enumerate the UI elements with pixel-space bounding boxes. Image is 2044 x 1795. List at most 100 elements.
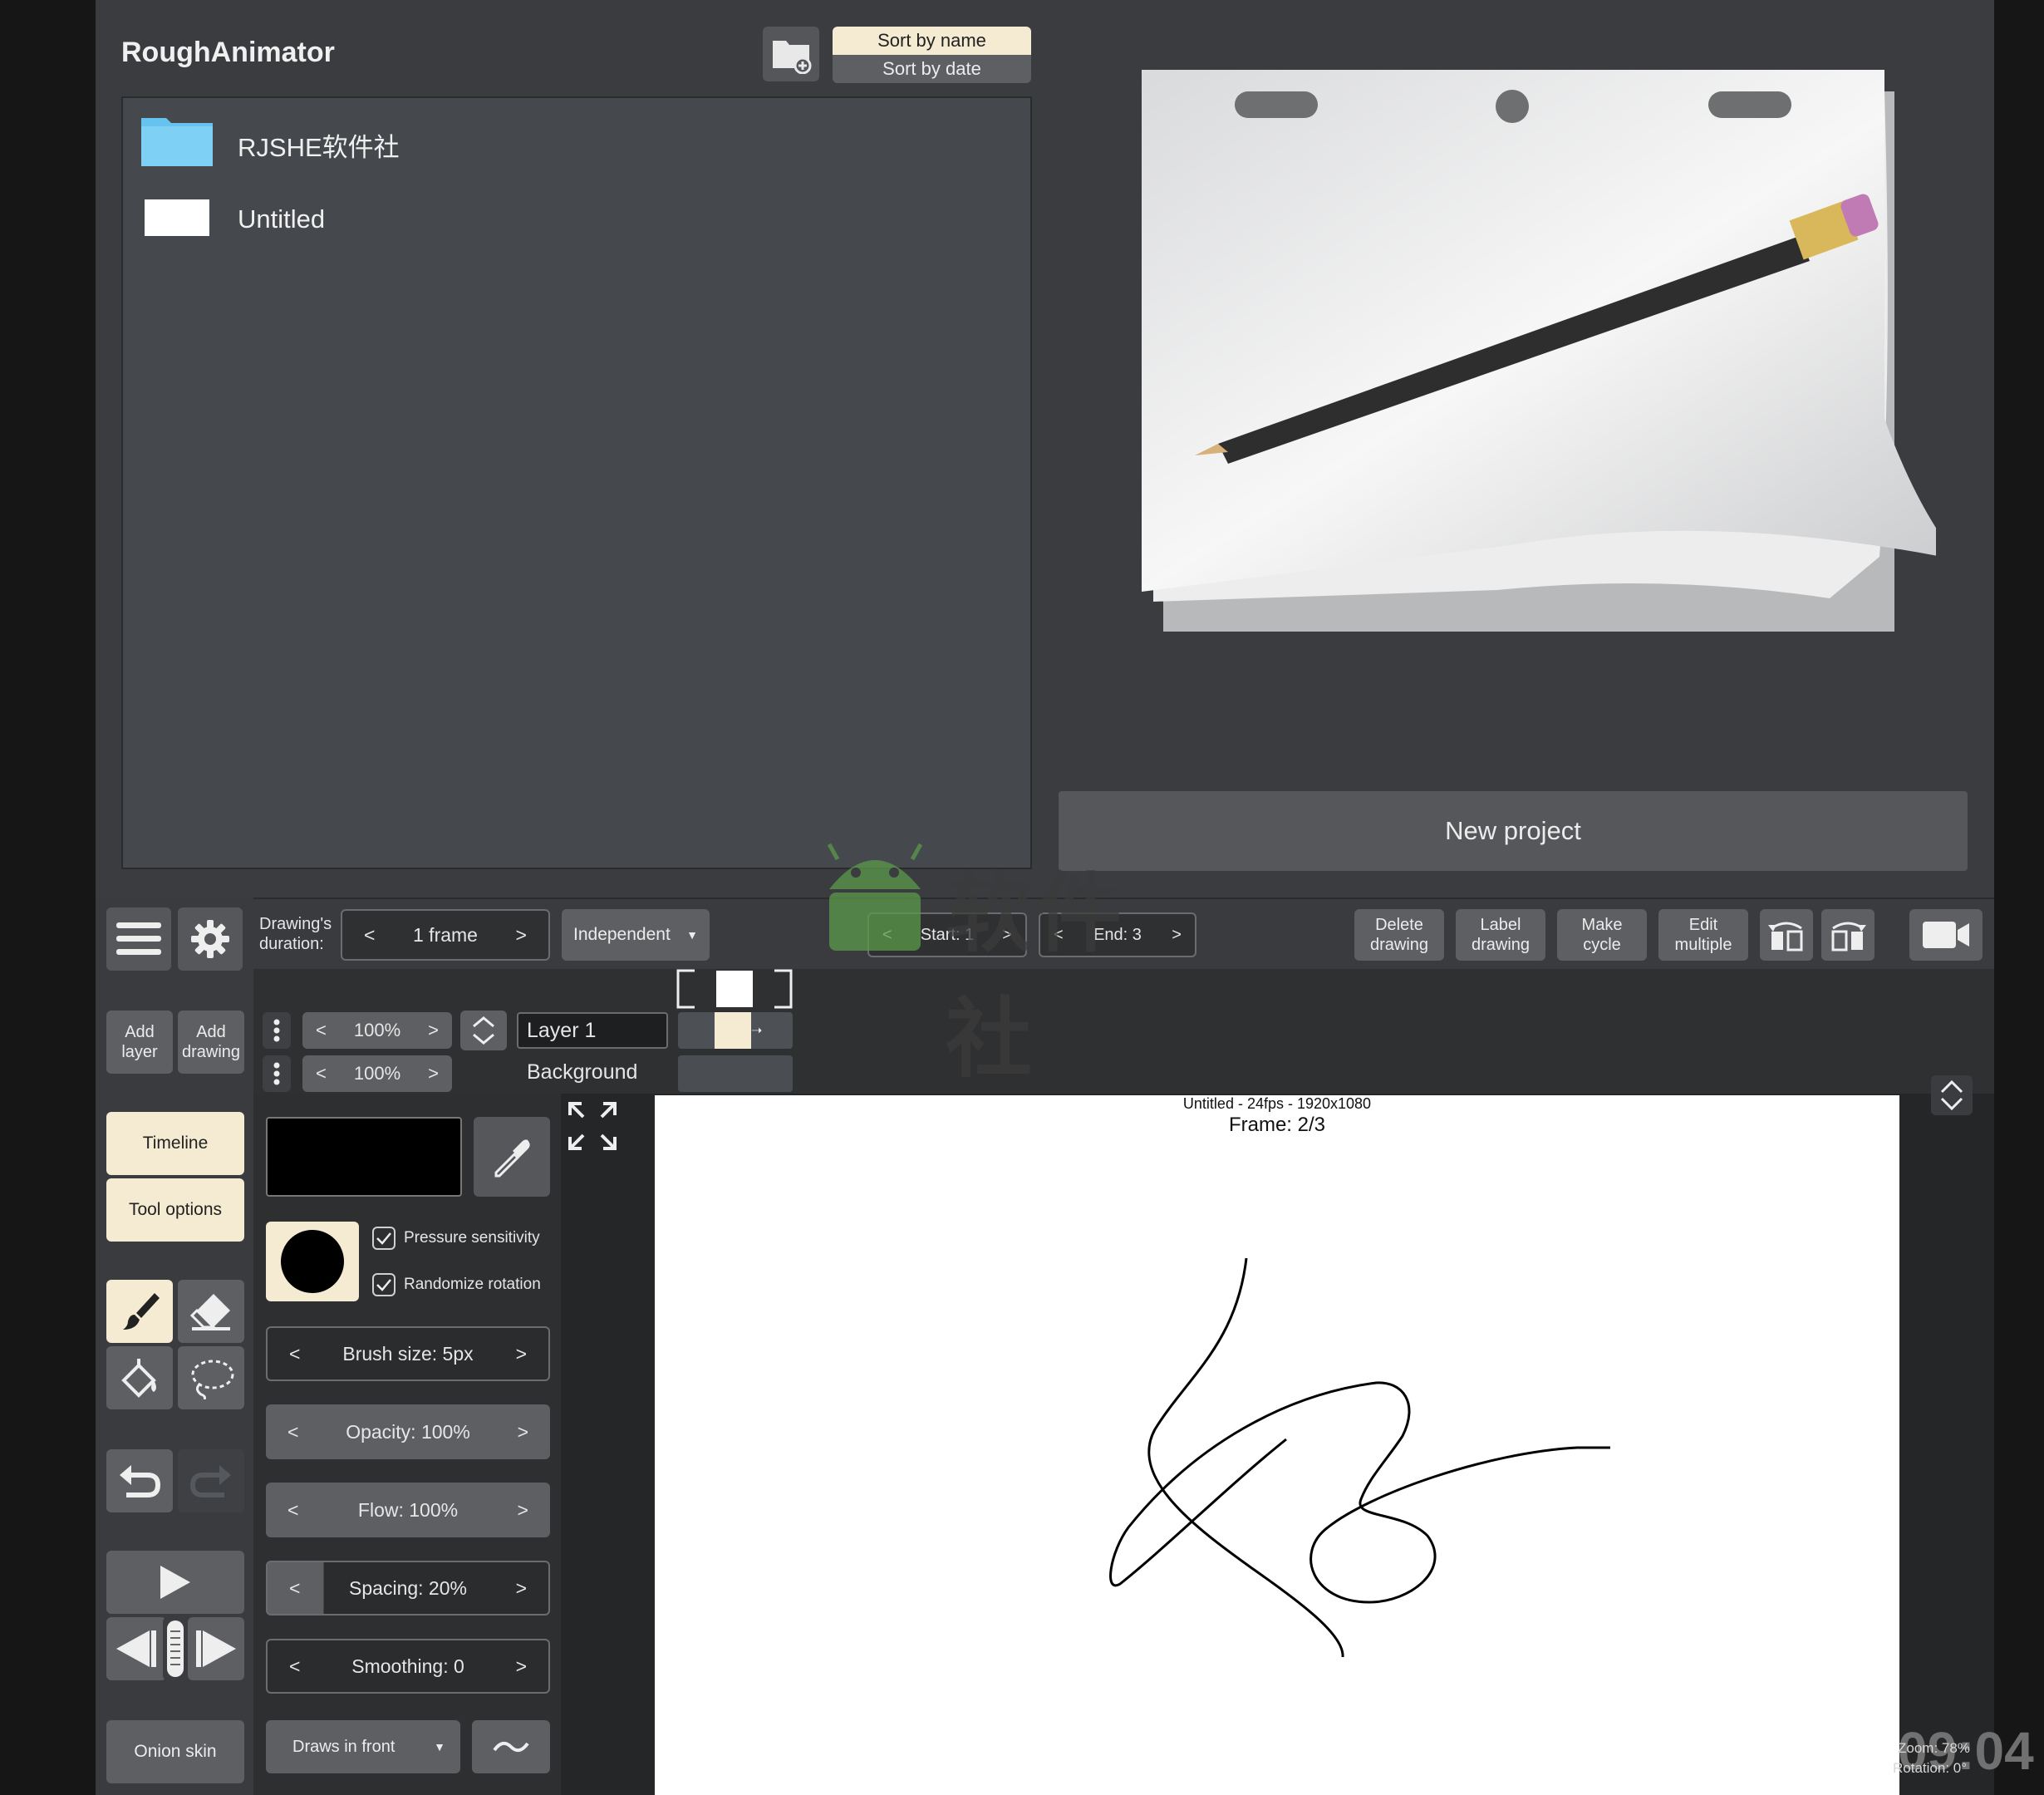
- eraser-tool-button[interactable]: [178, 1280, 244, 1343]
- check-icon: [372, 1273, 396, 1296]
- settings-button[interactable]: [178, 907, 243, 971]
- fullscreen-button[interactable]: [567, 1100, 618, 1152]
- delete-drawing-button[interactable]: Delete drawing: [1354, 909, 1444, 961]
- duration-value: 1 frame: [413, 923, 478, 946]
- gear-icon: [191, 920, 229, 958]
- opacity-stepper[interactable]: < Opacity: 100% >: [266, 1404, 550, 1459]
- play-button[interactable]: [106, 1551, 244, 1614]
- fill-icon: [121, 1359, 156, 1398]
- camera-icon: [1923, 922, 1969, 948]
- swap-icon: [473, 1016, 494, 1045]
- mode-value: Independent: [573, 925, 671, 944]
- menu-button[interactable]: [106, 907, 171, 971]
- background-layer-label[interactable]: Background: [527, 1060, 637, 1084]
- keyframe-cell[interactable]: [715, 1012, 751, 1049]
- pressure-sensitivity-checkbox[interactable]: Pressure sensitivity: [372, 1227, 540, 1250]
- zoom-readout: Zoom: 78%: [1898, 1740, 1970, 1756]
- new-folder-icon: [773, 41, 812, 74]
- brush-size-stepper[interactable]: < Brush size: 5px >: [266, 1326, 550, 1381]
- brush-tool-button[interactable]: [106, 1280, 173, 1343]
- flip-right-icon: [1831, 922, 1866, 952]
- eraser-icon: [189, 1294, 230, 1330]
- flip-left-button[interactable]: [1760, 909, 1813, 961]
- brush-tip-dot: [281, 1230, 344, 1293]
- watermark-logo: 软件社: [821, 834, 1203, 1088]
- chevron-down-icon: ▼: [686, 928, 698, 942]
- list-item-label: Untitled: [238, 204, 326, 234]
- watermark-text: 软件社: [946, 866, 1126, 1088]
- eyedropper-icon: [494, 1139, 530, 1178]
- spacing-stepper[interactable]: < Spacing: 20% >: [266, 1561, 550, 1616]
- layer-swap-button[interactable]: [460, 1011, 507, 1050]
- add-layer-button[interactable]: Add layer: [106, 1011, 173, 1074]
- background-opacity-stepper[interactable]: <100% >: [302, 1055, 452, 1092]
- onion-skin-button[interactable]: Onion skin: [106, 1720, 244, 1783]
- flip-right-button[interactable]: [1821, 909, 1874, 961]
- fullscreen-icon: [568, 1102, 617, 1150]
- chevron-down-icon: ▼: [434, 1740, 445, 1753]
- mode-dropdown[interactable]: Independent ▼: [562, 909, 710, 961]
- lasso-tool-button[interactable]: [178, 1346, 244, 1409]
- app-title: RoughAnimator: [121, 37, 335, 68]
- layer-opacity-stepper[interactable]: <100% >: [302, 1012, 452, 1049]
- background-options-button[interactable]: [263, 1055, 291, 1092]
- timeline-button[interactable]: Timeline: [106, 1112, 244, 1175]
- preview-image: [1138, 66, 1936, 640]
- increment-arrow[interactable]: >: [516, 924, 527, 947]
- scrub-icon: [167, 1620, 184, 1677]
- undo-icon: [120, 1465, 161, 1497]
- file-list: RJSHE软件社 Untitled: [121, 96, 1032, 869]
- make-cycle-button[interactable]: Make cycle: [1557, 909, 1647, 961]
- check-icon: [372, 1227, 396, 1250]
- list-item[interactable]: Untitled: [141, 188, 1005, 251]
- layer-track[interactable]: ➝: [678, 1012, 793, 1049]
- next-frame-button[interactable]: [188, 1617, 244, 1680]
- stroke-style-button[interactable]: [472, 1720, 550, 1773]
- next-frame-icon: [196, 1630, 236, 1667]
- kebab-icon: [273, 1019, 280, 1042]
- redo-icon: [189, 1465, 231, 1497]
- flow-stepper[interactable]: < Flow: 100% >: [266, 1483, 550, 1537]
- brush-preview[interactable]: [266, 1222, 359, 1301]
- scrub-handle[interactable]: [163, 1617, 188, 1680]
- lasso-icon: [191, 1360, 234, 1399]
- undo-button[interactable]: [106, 1449, 173, 1512]
- draw-order-dropdown[interactable]: Draws in front ▼: [266, 1720, 460, 1773]
- play-icon: [160, 1566, 190, 1599]
- collapse-panel-button[interactable]: [1931, 1075, 1973, 1115]
- prev-frame-button[interactable]: [106, 1617, 166, 1680]
- label-drawing-button[interactable]: Label drawing: [1456, 909, 1545, 961]
- kebab-icon: [273, 1062, 280, 1085]
- layer-name-field[interactable]: Layer 1: [517, 1012, 668, 1049]
- fill-tool-button[interactable]: [106, 1346, 173, 1409]
- smoothing-stepper[interactable]: < Smoothing: 0 >: [266, 1639, 550, 1694]
- redo-button[interactable]: [178, 1449, 244, 1512]
- color-swatch[interactable]: [266, 1117, 462, 1197]
- add-drawing-button[interactable]: Add drawing: [178, 1011, 244, 1074]
- edit-multiple-button[interactable]: Edit multiple: [1658, 909, 1748, 961]
- tool-options-button[interactable]: Tool options: [106, 1178, 244, 1242]
- duration-stepper[interactable]: < 1 frame >: [341, 909, 550, 961]
- sketch-stroke: [1109, 1257, 1610, 1658]
- collapse-icon: [1940, 1079, 1963, 1111]
- decrement-arrow[interactable]: <: [364, 924, 375, 947]
- drawing-canvas[interactable]: Untitled - 24fps - 1920x1080 Frame: 2/3: [655, 1095, 1899, 1795]
- stroke-icon: [493, 1741, 529, 1753]
- brush-icon: [123, 1293, 160, 1330]
- list-item-label: RJSHE软件社: [238, 133, 400, 162]
- camera-button[interactable]: [1909, 909, 1983, 961]
- list-item[interactable]: RJSHE软件社: [141, 110, 1005, 173]
- eyedropper-button[interactable]: [474, 1117, 550, 1197]
- new-folder-button[interactable]: [763, 27, 819, 81]
- folder-icon: [141, 113, 213, 166]
- background-track[interactable]: [678, 1055, 793, 1092]
- hold-arrow-icon: ➝: [751, 1024, 763, 1038]
- prev-frame-icon: [116, 1630, 156, 1667]
- rotation-readout: Rotation: 0°: [1893, 1760, 1968, 1776]
- menu-icon: [116, 922, 161, 955]
- sort-by-name-button[interactable]: Sort by name: [833, 27, 1031, 55]
- layer-options-button[interactable]: [263, 1012, 291, 1049]
- frame-marker[interactable]: [675, 969, 794, 1009]
- sort-by-date-button[interactable]: Sort by date: [833, 55, 1031, 83]
- randomize-rotation-checkbox[interactable]: Randomize rotation: [372, 1273, 541, 1296]
